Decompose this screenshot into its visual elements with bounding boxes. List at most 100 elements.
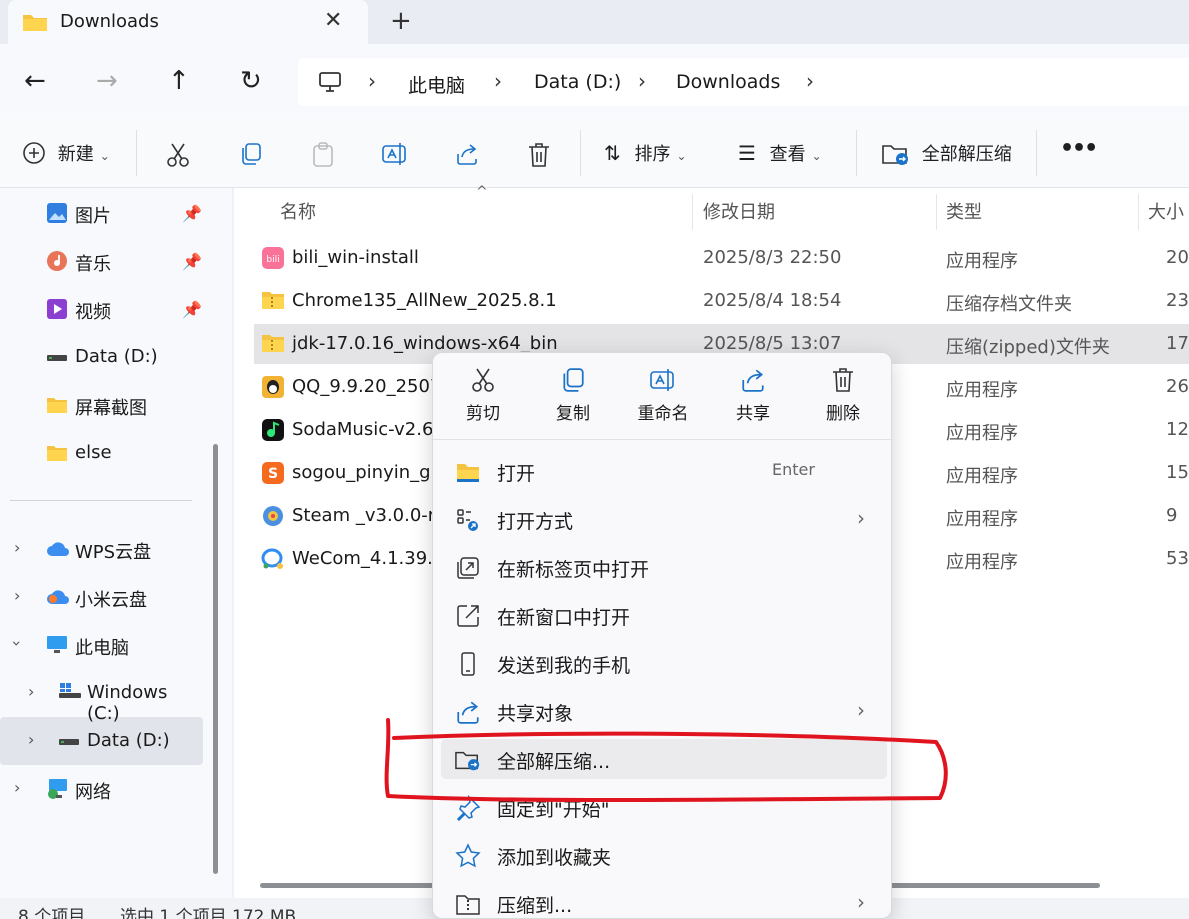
chevron-right-icon[interactable]: › <box>806 69 814 93</box>
back-button[interactable]: ← <box>24 66 46 96</box>
more-options-button[interactable]: ••• <box>1060 136 1098 161</box>
file-size: 12, <box>1166 419 1189 440</box>
tab-downloads[interactable]: Downloads ✕ <box>8 0 368 44</box>
open-with-icon <box>457 509 478 531</box>
column-header-type[interactable]: 类型 <box>946 198 982 224</box>
file-name: Steam _v3.0.0-r <box>292 505 436 526</box>
file-row[interactable]: Chrome135_AllNew_2025.8.1 2025/8/4 18:54… <box>254 281 1189 321</box>
chevron-right-icon[interactable]: › <box>14 778 20 797</box>
column-divider[interactable] <box>1138 194 1139 230</box>
new-tab-icon <box>457 557 479 579</box>
chevron-right-icon[interactable]: › <box>28 730 34 749</box>
drive-icon <box>47 355 67 361</box>
pin-icon[interactable]: 📌 <box>182 204 202 223</box>
scissors-icon[interactable] <box>166 142 190 168</box>
context-menu: 剪切 复制 重命名 共享 删除 打开 Enter 打开方式 › 在新标签页中打开… <box>432 352 892 919</box>
column-divider[interactable] <box>936 194 937 230</box>
share-icon <box>742 369 764 392</box>
new-tab-button[interactable]: + <box>390 6 412 36</box>
tab-close-button[interactable]: ✕ <box>324 8 342 33</box>
context-share-button[interactable]: 共享 <box>713 367 793 424</box>
quick-action-label: 重命名 <box>637 404 689 424</box>
chevron-right-icon[interactable]: › <box>494 69 502 93</box>
context-rename-button[interactable]: 重命名 <box>623 367 703 424</box>
share-icon[interactable] <box>455 142 479 166</box>
sidebar-item-windows-c[interactable]: Windows (C:) <box>58 682 203 728</box>
forward-button[interactable]: → <box>96 66 118 96</box>
menu-item-open[interactable]: 打开 Enter <box>441 451 887 491</box>
divider <box>1036 130 1037 176</box>
up-button[interactable]: ↑ <box>168 66 190 96</box>
new-button[interactable]: 新建 ⌄ <box>22 140 110 166</box>
chevron-right-icon[interactable]: › <box>368 69 376 93</box>
breadcrumb-data-d[interactable]: Data (D:) <box>534 71 621 93</box>
column-header-date[interactable]: 修改日期 <box>703 198 775 224</box>
file-type: 应用程序 <box>946 380 1018 401</box>
file-type: 应用程序 <box>946 423 1018 444</box>
file-name: WeCom_4.1.39.6 <box>292 548 445 569</box>
sidebar-item-screenshots[interactable]: 屏幕截图 <box>46 394 206 440</box>
breadcrumb-this-pc[interactable]: 此电脑 <box>408 71 465 98</box>
file-type: 压缩(zipped)文件夹 <box>946 337 1110 358</box>
pin-icon[interactable]: 📌 <box>182 300 202 319</box>
music-icon <box>47 251 67 271</box>
file-name: bili_win-install <box>292 247 419 268</box>
extract-all-button[interactable]: 全部解压缩 <box>882 140 1012 166</box>
sidebar-item-wps-cloud[interactable]: WPS云盘 <box>46 538 206 584</box>
column-header-size[interactable]: 大小 <box>1148 198 1184 224</box>
pin-icon[interactable]: 📌 <box>182 252 202 271</box>
file-size: 539 <box>1166 548 1189 569</box>
chevron-down-icon[interactable]: › <box>8 640 27 646</box>
file-row[interactable]: bili bili_win-install 2025/8/3 22:50 应用程… <box>254 238 1189 278</box>
cloud-icon <box>47 590 69 604</box>
sidebar-item-network[interactable]: 网络 <box>46 778 206 824</box>
sort-icon: ⇅ <box>604 141 621 165</box>
sidebar-item-mi-cloud[interactable]: 小米云盘 <box>46 586 206 632</box>
bilibili-app-icon: bili <box>262 247 284 269</box>
menu-item-open-new-window[interactable]: 在新窗口中打开 <box>441 595 887 635</box>
file-type: 应用程序 <box>946 552 1018 573</box>
context-cut-button[interactable]: 剪切 <box>443 367 523 424</box>
column-header-name[interactable]: 名称 <box>280 198 316 224</box>
sidebar-item-label: 屏幕截图 <box>75 398 147 419</box>
sidebar-item-label: 图片 <box>75 206 111 227</box>
shortcut-hint: Enter <box>772 460 815 479</box>
file-date: 2025/8/4 18:54 <box>703 290 842 311</box>
folder-icon <box>47 398 67 413</box>
menu-item-send-to-phone[interactable]: 发送到我的手机 <box>441 643 887 683</box>
tab-title: Downloads <box>60 11 159 32</box>
paste-icon[interactable] <box>311 142 335 168</box>
column-divider[interactable] <box>692 194 693 230</box>
menu-item-open-new-tab[interactable]: 在新标签页中打开 <box>441 547 887 587</box>
trash-icon[interactable] <box>527 142 551 168</box>
chevron-right-icon[interactable]: › <box>28 682 34 701</box>
menu-item-add-to-favorites[interactable]: 添加到收藏夹 <box>441 835 887 875</box>
context-delete-button[interactable]: 删除 <box>803 367 883 424</box>
svg-text:S: S <box>268 466 278 482</box>
divider <box>856 130 857 176</box>
sidebar-scrollbar[interactable] <box>213 444 218 874</box>
breadcrumb-downloads[interactable]: Downloads <box>676 71 780 93</box>
soda-music-icon <box>262 419 284 441</box>
context-menu-divider <box>433 439 891 440</box>
context-copy-button[interactable]: 复制 <box>533 367 613 424</box>
refresh-button[interactable]: ↻ <box>240 66 262 96</box>
sidebar-item-data-d[interactable]: Data (D:) <box>46 346 206 392</box>
sidebar-item-this-pc[interactable]: 此电脑 <box>46 634 206 680</box>
menu-item-open-with[interactable]: 打开方式 › <box>441 499 887 539</box>
chevron-down-icon: ⌄ <box>676 149 687 163</box>
sidebar-item-data-d-tree[interactable]: Data (D:) <box>58 730 203 776</box>
file-name: SodaMusic-v2.6 <box>292 419 434 440</box>
sidebar-item-else[interactable]: else <box>46 442 206 488</box>
menu-item-compress-to[interactable]: 压缩到... › <box>441 883 887 919</box>
menu-item-label: 压缩到... <box>497 895 573 917</box>
submenu-arrow-icon: › <box>857 506 865 530</box>
chevron-right-icon[interactable]: › <box>14 538 20 557</box>
address-bar[interactable]: › 此电脑 › Data (D:) › Downloads › <box>298 58 1189 106</box>
rename-icon[interactable] <box>382 142 408 166</box>
view-button[interactable]: ☰ 查看 ⌄ <box>738 140 822 166</box>
chevron-right-icon[interactable]: › <box>14 586 20 605</box>
copy-icon[interactable] <box>239 142 263 166</box>
sort-button[interactable]: ⇅ 排序 ⌄ <box>604 140 687 166</box>
chevron-right-icon[interactable]: › <box>638 69 646 93</box>
